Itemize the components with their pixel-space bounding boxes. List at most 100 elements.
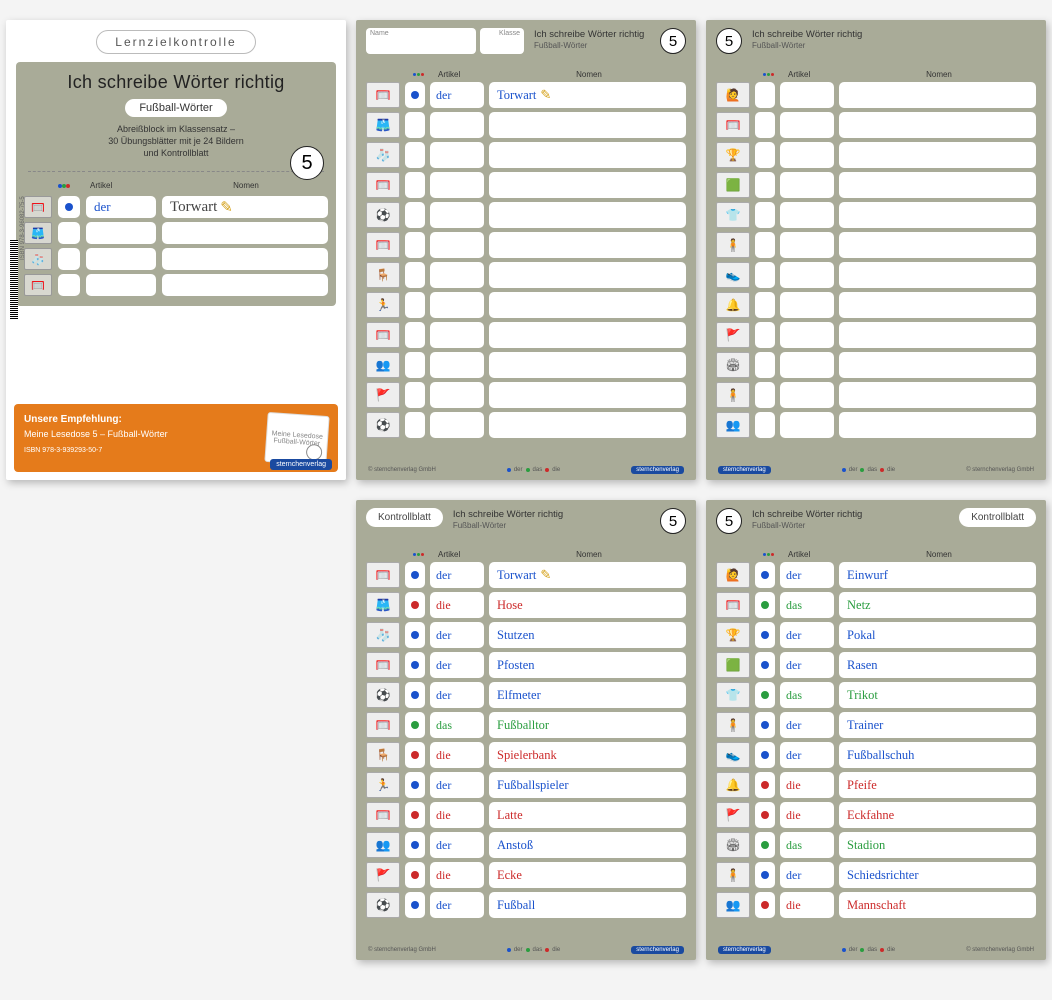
noun-field[interactable] — [839, 82, 1036, 108]
article-field[interactable] — [780, 232, 834, 258]
goal-icon: 🥅 — [24, 274, 52, 296]
noun-field[interactable] — [489, 142, 686, 168]
article-dot[interactable] — [755, 322, 775, 348]
article-field[interactable] — [430, 112, 484, 138]
publisher-logo: sternchenverlag — [270, 459, 332, 470]
vocabulary-row: 🥅 — [366, 322, 686, 348]
article-field[interactable] — [780, 172, 834, 198]
article-field[interactable] — [430, 172, 484, 198]
word-icon: ⚽ — [366, 202, 400, 228]
article-dot[interactable] — [755, 382, 775, 408]
vocabulary-row: 👟derFußballschuh — [716, 742, 1036, 768]
article-dot[interactable] — [755, 262, 775, 288]
article-field[interactable] — [430, 202, 484, 228]
article-field[interactable] — [780, 112, 834, 138]
article-field[interactable] — [780, 202, 834, 228]
word-icon: 🥅 — [716, 112, 750, 138]
article-dot[interactable] — [755, 202, 775, 228]
article-dot[interactable] — [405, 292, 425, 318]
word-icon: 🧦 — [366, 142, 400, 168]
article-field[interactable] — [430, 412, 484, 438]
article-dot[interactable] — [755, 112, 775, 138]
article-dot[interactable] — [755, 82, 775, 108]
vocabulary-row: 🚩dieEcke — [366, 862, 686, 888]
noun-field: Schiedsrichter — [839, 862, 1036, 888]
article-field[interactable] — [430, 382, 484, 408]
article-dot[interactable] — [405, 82, 425, 108]
article-field[interactable] — [430, 232, 484, 258]
article-field: der — [780, 862, 834, 888]
article-field[interactable]: der — [430, 82, 484, 108]
article-field[interactable] — [780, 352, 834, 378]
article-field[interactable] — [430, 262, 484, 288]
article-dot[interactable] — [405, 262, 425, 288]
noun-field[interactable] — [839, 262, 1036, 288]
noun-field[interactable] — [489, 172, 686, 198]
noun-field[interactable] — [839, 292, 1036, 318]
vocabulary-row: 🏆derPokal — [716, 622, 1036, 648]
recommendation-box: Unsere Empfehlung: Meine Lesedose 5 – Fu… — [14, 404, 338, 472]
noun-field[interactable] — [489, 322, 686, 348]
noun-field[interactable] — [839, 382, 1036, 408]
article-field[interactable] — [780, 292, 834, 318]
noun-field[interactable] — [489, 262, 686, 288]
noun-field[interactable] — [839, 202, 1036, 228]
noun-field[interactable] — [489, 292, 686, 318]
noun-field[interactable] — [489, 412, 686, 438]
article-dot[interactable] — [755, 142, 775, 168]
noun-field[interactable] — [839, 172, 1036, 198]
article-dot[interactable] — [405, 172, 425, 198]
word-icon: 👥 — [716, 412, 750, 438]
article-field[interactable] — [780, 412, 834, 438]
article-field[interactable] — [780, 82, 834, 108]
article-field[interactable] — [430, 142, 484, 168]
cover-top-label: Lernzielkontrolle — [96, 30, 255, 54]
article-field[interactable] — [780, 322, 834, 348]
word-icon: 🚩 — [716, 322, 750, 348]
article-field[interactable] — [430, 292, 484, 318]
noun-field[interactable] — [839, 352, 1036, 378]
article-field[interactable] — [430, 352, 484, 378]
vocabulary-row: 🚩dieEckfahne — [716, 802, 1036, 828]
name-field[interactable]: Name — [366, 28, 476, 54]
article-dot[interactable] — [405, 232, 425, 258]
noun-field[interactable] — [839, 412, 1036, 438]
noun-field[interactable]: Torwart — [489, 82, 686, 108]
noun-field[interactable] — [489, 112, 686, 138]
article-dot[interactable] — [755, 292, 775, 318]
klasse-field[interactable]: Klasse — [480, 28, 524, 54]
article-dot[interactable] — [755, 412, 775, 438]
article-dot[interactable] — [405, 412, 425, 438]
noun-field[interactable] — [489, 232, 686, 258]
word-icon: 🥅 — [366, 232, 400, 258]
article-dot[interactable] — [755, 352, 775, 378]
word-icon: 👥 — [366, 352, 400, 378]
article-dot[interactable] — [405, 322, 425, 348]
article-dot[interactable] — [405, 352, 425, 378]
vocabulary-row: 🙋 — [716, 82, 1036, 108]
cover-card: Lernzielkontrolle Ich schreibe Wörter ri… — [6, 20, 346, 480]
noun-field[interactable] — [839, 232, 1036, 258]
vocabulary-row: 🧦derStutzen — [366, 622, 686, 648]
article-dot[interactable] — [405, 382, 425, 408]
article-field[interactable] — [780, 382, 834, 408]
noun-field[interactable] — [839, 142, 1036, 168]
article-dot[interactable] — [405, 202, 425, 228]
article-field[interactable] — [780, 142, 834, 168]
noun-field[interactable] — [489, 202, 686, 228]
article-dot[interactable] — [405, 112, 425, 138]
noun-field[interactable] — [489, 352, 686, 378]
article-dot[interactable] — [405, 142, 425, 168]
vocabulary-row: 🟩derRasen — [716, 652, 1036, 678]
article-field[interactable] — [780, 262, 834, 288]
noun-field[interactable] — [839, 322, 1036, 348]
kontrollblatt-rows-a: 🥅derTorwart🩳dieHose🧦derStutzen🥅derPfoste… — [366, 562, 686, 940]
article-dot[interactable] — [755, 232, 775, 258]
page-grid: Lernzielkontrolle Ich schreibe Wörter ri… — [10, 20, 1042, 960]
noun-field[interactable] — [839, 112, 1036, 138]
article-dot[interactable] — [755, 172, 775, 198]
article-field[interactable] — [430, 322, 484, 348]
noun-field[interactable] — [489, 382, 686, 408]
vocabulary-row: 👥dieMannschaft — [716, 892, 1036, 918]
word-icon: ⚽ — [366, 892, 400, 918]
